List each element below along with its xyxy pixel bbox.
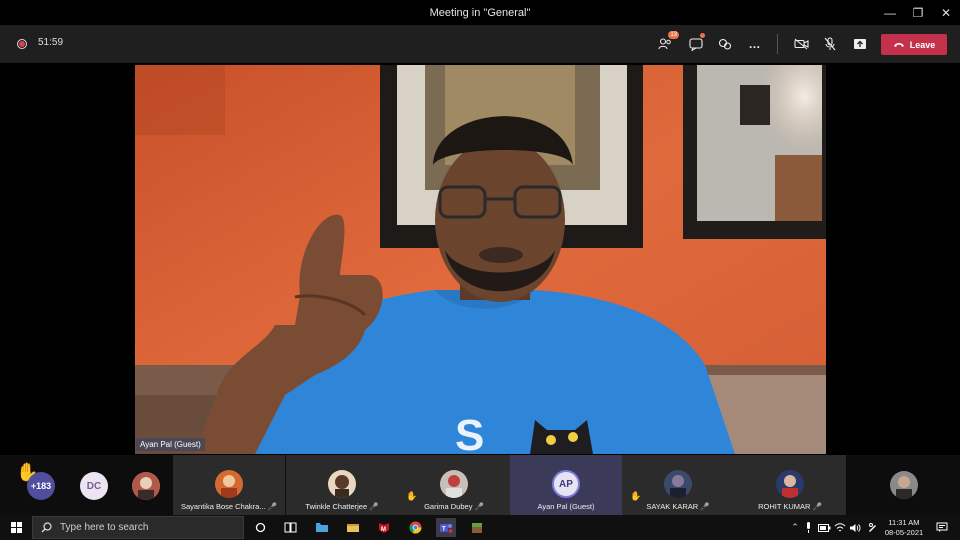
svg-text:S: S: [455, 411, 484, 454]
participant-tile[interactable]: ✋ SAYAK KARAR 🎤: [622, 455, 734, 515]
camera-off-icon: [793, 38, 809, 50]
avatar: [440, 470, 468, 498]
leave-button[interactable]: Leave: [881, 34, 947, 55]
avatar[interactable]: [132, 472, 160, 500]
hang-up-icon: [893, 42, 904, 47]
meeting-toolbar: 51:59 13 … Leave: [0, 25, 960, 63]
recording-icon: [17, 39, 27, 49]
minimize-icon[interactable]: —: [876, 0, 904, 25]
participant-name: SAYAK KARAR 🎤: [646, 502, 710, 511]
minecraft-app-icon[interactable]: [467, 518, 487, 537]
speaker-name-label: Ayan Pal (Guest): [136, 438, 205, 451]
participant-name: Twinkle Chatterjee 🎤: [305, 502, 379, 511]
mic-muted-icon: 🎤: [369, 502, 379, 511]
windows-logo-icon: [10, 522, 22, 533]
reactions-icon: [718, 38, 732, 50]
participant-tile[interactable]: ✋ Garima Dubey 🎤: [398, 455, 510, 515]
participants-badge: 13: [668, 31, 679, 39]
notifications-icon[interactable]: [932, 518, 952, 537]
search-placeholder: Type here to search: [60, 522, 149, 533]
mic-muted-icon: 🎤: [474, 502, 484, 511]
clock-time: 11:31 AM: [888, 518, 920, 527]
svg-text:M: M: [381, 527, 386, 533]
start-button[interactable]: [6, 518, 26, 537]
mic-off-icon: [824, 37, 836, 51]
chat-unread-dot: [700, 33, 705, 38]
raised-hand-icon: ✋: [406, 491, 418, 501]
explorer-app-icon[interactable]: [343, 518, 363, 537]
avatar-photo: [890, 471, 918, 499]
share-tray-icon: [854, 39, 866, 49]
avatar: [215, 470, 243, 498]
strip-overflow-area: ✋ +183 DC: [0, 455, 172, 515]
window-titlebar: Meeting in "General" — ❐ ✕: [0, 0, 960, 25]
participant-name: Ayan Pal (Guest): [537, 502, 595, 511]
toolbar-divider: [777, 34, 778, 54]
more-options-icon[interactable]: …: [746, 35, 764, 53]
avatar: [776, 470, 804, 498]
camera-toggle[interactable]: [792, 35, 810, 53]
people-icon: [658, 38, 671, 50]
chat-icon: [689, 37, 703, 51]
speaker-video-frame: S: [135, 65, 826, 454]
avatar-photo: [132, 472, 160, 500]
mic-muted-icon: 🎤: [700, 502, 710, 511]
reactions-button[interactable]: [716, 35, 734, 53]
close-icon[interactable]: ✕: [932, 0, 960, 25]
mcafee-app-icon[interactable]: M: [374, 518, 394, 537]
participant-tile[interactable]: Twinkle Chatterjee 🎤: [286, 455, 398, 515]
task-view-icon[interactable]: [280, 518, 300, 537]
taskbar-search[interactable]: Type here to search: [32, 516, 244, 539]
avatar: AP: [552, 470, 580, 498]
file-explorer-app-icon[interactable]: [312, 518, 332, 537]
participant-tile[interactable]: ROHIT KUMAR 🎤: [734, 455, 846, 515]
chrome-app-icon[interactable]: [405, 518, 425, 537]
meeting-stage: S Ayan Pal (Guest): [0, 63, 960, 455]
search-icon: [41, 522, 52, 533]
avatar[interactable]: [890, 471, 918, 499]
participant-tile-active[interactable]: AP Ayan Pal (Guest): [510, 455, 622, 515]
participant-name: ROHIT KUMAR 🎤: [758, 502, 822, 511]
restore-icon[interactable]: ❐: [904, 0, 932, 25]
participant-name: Sayantika Bose Chakra... 🎤: [180, 502, 278, 511]
avatar[interactable]: DC: [80, 472, 108, 500]
overflow-participants[interactable]: +183: [27, 472, 55, 500]
participant-tile[interactable]: Sayantika Bose Chakra... 🎤: [173, 455, 285, 515]
mic-muted-icon: 🎤: [267, 502, 278, 511]
participants-button[interactable]: 13: [656, 31, 679, 53]
leave-label: Leave: [909, 39, 936, 50]
teams-app-icon[interactable]: T: [436, 518, 456, 537]
raised-hand-icon: ✋: [630, 491, 642, 501]
taskbar-clock[interactable]: 11:31 AM 08-05-2021: [880, 518, 928, 538]
chat-button[interactable]: [687, 33, 705, 53]
windows-taskbar: Type here to search M T ⌃ 11:31 AM 08-05…: [0, 515, 960, 540]
clock-date: 08-05-2021: [884, 528, 924, 537]
participant-name: Garima Dubey 🎤: [424, 502, 484, 511]
mic-toggle[interactable]: [821, 35, 839, 53]
avatar: [328, 470, 356, 498]
meeting-timer: 51:59: [38, 37, 64, 48]
svg-text:T: T: [442, 526, 446, 532]
pen-icon[interactable]: [862, 518, 882, 537]
mic-muted-icon: 🎤: [812, 502, 822, 511]
window-title: Meeting in "General": [429, 6, 531, 19]
share-screen-button[interactable]: [851, 35, 869, 53]
avatar: [664, 470, 692, 498]
speaker-video: S: [135, 65, 826, 454]
participant-strip: ✋ +183 DC Sayantika Bose Chakra... 🎤 Twi…: [0, 455, 960, 515]
cortana-icon[interactable]: [250, 518, 270, 537]
